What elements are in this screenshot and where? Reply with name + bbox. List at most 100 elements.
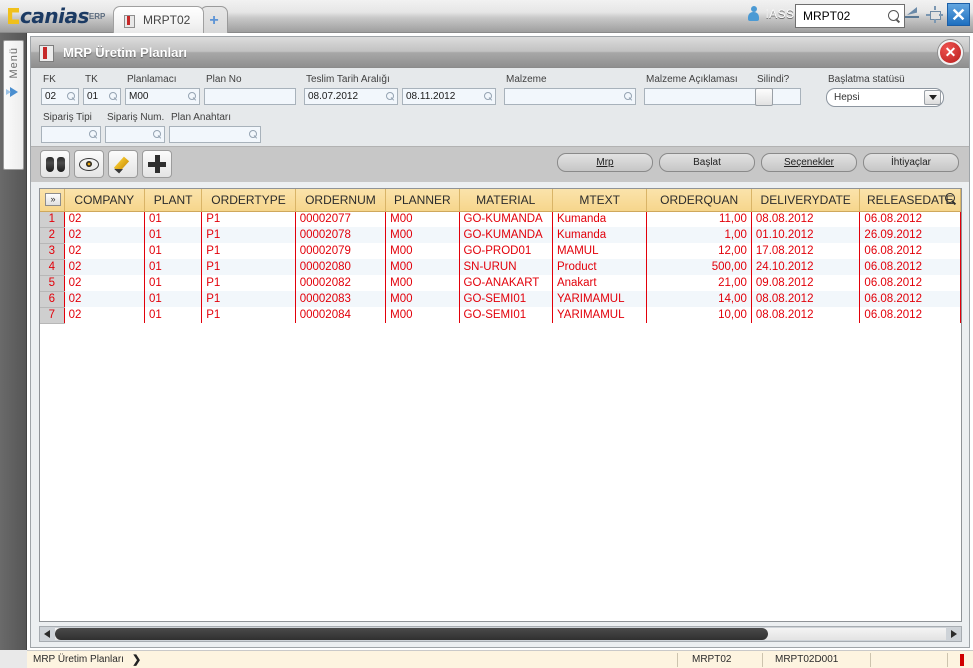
table-row[interactable]: 1 02 01 P1 00002077 M00 GO-KUMANDA Kumanda 11,00… xyxy=(40,211,961,228)
cell-ordertype[interactable]: P1 xyxy=(201,275,296,291)
cell-releasedate[interactable]: 06.08.2012 xyxy=(859,291,961,307)
table-row[interactable]: 4 02 01 P1 00002080 M00 SN-URUN Product 500,00 24… xyxy=(40,259,961,276)
cell-material[interactable]: GO-SEMI01 xyxy=(459,307,553,323)
siparis-num-input[interactable] xyxy=(109,129,151,140)
column-header-deliverydate[interactable]: DELIVERYDATE xyxy=(751,189,861,212)
row-number[interactable]: 2 xyxy=(40,227,65,244)
cell-deliverydate[interactable]: 08.08.2012 xyxy=(751,291,861,307)
siparis-tipi-input[interactable] xyxy=(45,129,87,140)
lookup-icon[interactable] xyxy=(67,92,76,101)
column-header-ordertype[interactable]: ORDERTYPE xyxy=(201,189,296,212)
teslim-baslangic-wrap[interactable] xyxy=(304,88,398,105)
cell-planner[interactable]: M00 xyxy=(385,259,460,275)
cell-ordernum[interactable]: 00002084 xyxy=(295,307,387,323)
table-row[interactable]: 6 02 01 P1 00002083 M00 GO-SEMI01 YARIMAMUL 14,0… xyxy=(40,291,961,308)
planlamaci-input-wrap[interactable] xyxy=(125,88,200,105)
row-number[interactable]: 1 xyxy=(40,211,65,228)
column-header-mtext[interactable]: MTEXT xyxy=(552,189,648,212)
cell-ordertype[interactable]: P1 xyxy=(201,259,296,275)
column-header-planner[interactable]: PLANNER xyxy=(385,189,460,212)
lookup-icon[interactable] xyxy=(624,92,633,101)
table-row[interactable]: 5 02 01 P1 00002082 M00 GO-ANAKART Anakart 21,00… xyxy=(40,275,961,292)
move-icon[interactable] xyxy=(925,5,944,24)
cell-deliverydate[interactable]: 09.08.2012 xyxy=(751,275,861,291)
cell-ordernum[interactable]: 00002079 xyxy=(295,243,387,259)
plan-no-input[interactable] xyxy=(208,91,293,102)
row-number[interactable]: 5 xyxy=(40,275,65,292)
chevron-down-icon[interactable] xyxy=(924,90,941,105)
scroll-thumb[interactable] xyxy=(55,628,768,640)
expand-arrow-icon[interactable] xyxy=(6,85,21,100)
cell-planner[interactable]: M00 xyxy=(385,211,460,227)
select-all-header[interactable]: » xyxy=(40,189,65,212)
cell-releasedate[interactable]: 06.08.2012 xyxy=(859,259,961,275)
cell-releasedate[interactable]: 06.08.2012 xyxy=(859,307,961,323)
cell-ordernum[interactable]: 00002078 xyxy=(295,227,387,243)
tk-input-wrap[interactable] xyxy=(83,88,121,105)
baslat-button[interactable]: Başlat xyxy=(659,153,755,172)
lookup-icon[interactable] xyxy=(188,92,197,101)
column-header-company[interactable]: COMPANY xyxy=(64,189,146,212)
teslim-bitis-input[interactable] xyxy=(406,91,482,102)
cell-plant[interactable]: 01 xyxy=(144,211,203,227)
row-number[interactable]: 4 xyxy=(40,259,65,276)
edit-button[interactable] xyxy=(108,150,138,178)
cell-ordernum[interactable]: 00002082 xyxy=(295,275,387,291)
scroll-right-icon[interactable] xyxy=(947,627,961,641)
malzeme-input-wrap[interactable] xyxy=(504,88,636,105)
add-button[interactable] xyxy=(142,150,172,178)
cell-deliverydate[interactable]: 08.08.2012 xyxy=(751,211,861,227)
cell-company[interactable]: 02 xyxy=(64,211,146,227)
cell-material[interactable]: SN-URUN xyxy=(459,259,553,275)
cell-orderquan[interactable]: 14,00 xyxy=(646,291,752,307)
cell-company[interactable]: 02 xyxy=(64,291,146,307)
secenekler-button[interactable]: Seçenekler xyxy=(761,153,857,172)
silindi-checkbox[interactable] xyxy=(755,88,773,106)
cell-material[interactable]: GO-SEMI01 xyxy=(459,291,553,307)
status-arrow-icon[interactable]: ❯ xyxy=(132,653,141,666)
cell-orderquan[interactable]: 12,00 xyxy=(646,243,752,259)
cell-deliverydate[interactable]: 01.10.2012 xyxy=(751,227,861,243)
row-number[interactable]: 7 xyxy=(40,307,65,324)
table-row[interactable]: 7 02 01 P1 00002084 M00 GO-SEMI01 YARIMAMUL 10,0… xyxy=(40,307,961,324)
cell-deliverydate[interactable]: 08.08.2012 xyxy=(751,307,861,323)
teslim-bitis-wrap[interactable] xyxy=(402,88,496,105)
cell-plant[interactable]: 01 xyxy=(144,259,203,275)
cell-orderquan[interactable]: 10,00 xyxy=(646,307,752,323)
cell-releasedate[interactable]: 26.09.2012 xyxy=(859,227,961,243)
lookup-icon[interactable] xyxy=(249,130,258,139)
cell-plant[interactable]: 01 xyxy=(144,307,203,323)
row-number[interactable]: 3 xyxy=(40,243,65,260)
table-row[interactable]: 2 02 01 P1 00002078 M00 GO-KUMANDA Kumanda 1,00 0… xyxy=(40,227,961,244)
column-search-icon[interactable] xyxy=(945,193,957,205)
cell-orderquan[interactable]: 21,00 xyxy=(646,275,752,291)
cell-mtext[interactable]: Product xyxy=(552,259,648,275)
cell-mtext[interactable]: Kumanda xyxy=(552,227,648,243)
search-icon[interactable] xyxy=(888,9,901,23)
cell-planner[interactable]: M00 xyxy=(385,291,460,307)
fk-input[interactable] xyxy=(45,91,65,102)
cell-material[interactable]: GO-KUMANDA xyxy=(459,227,553,243)
cell-mtext[interactable]: YARIMAMUL xyxy=(552,291,648,307)
menu-rail-tab[interactable]: Menü xyxy=(3,40,24,170)
find-button[interactable] xyxy=(40,150,70,178)
column-header-ordernum[interactable]: ORDERNUM xyxy=(295,189,387,212)
planlamaci-input[interactable] xyxy=(129,91,186,102)
cell-orderquan[interactable]: 1,00 xyxy=(646,227,752,243)
plan-anahtari-wrap[interactable] xyxy=(169,126,261,143)
cell-ordernum[interactable]: 00002083 xyxy=(295,291,387,307)
plan-no-input-wrap[interactable] xyxy=(204,88,296,105)
view-button[interactable] xyxy=(74,150,104,178)
cell-planner[interactable]: M00 xyxy=(385,227,460,243)
tab-new[interactable]: + xyxy=(200,6,228,33)
cell-ordertype[interactable]: P1 xyxy=(201,227,296,243)
cell-material[interactable]: GO-PROD01 xyxy=(459,243,553,259)
scroll-left-icon[interactable] xyxy=(40,627,54,641)
malzeme-input[interactable] xyxy=(508,91,622,102)
lookup-icon[interactable] xyxy=(386,92,395,101)
scroll-track[interactable] xyxy=(55,628,946,640)
row-number[interactable]: 6 xyxy=(40,291,65,308)
column-header-material[interactable]: MATERIAL xyxy=(459,189,553,212)
column-header-plant[interactable]: PLANT xyxy=(144,189,203,212)
results-grid[interactable]: » COMPANY PLANT ORDERTYPE ORDERNUM PLANNER MA… xyxy=(39,188,962,622)
